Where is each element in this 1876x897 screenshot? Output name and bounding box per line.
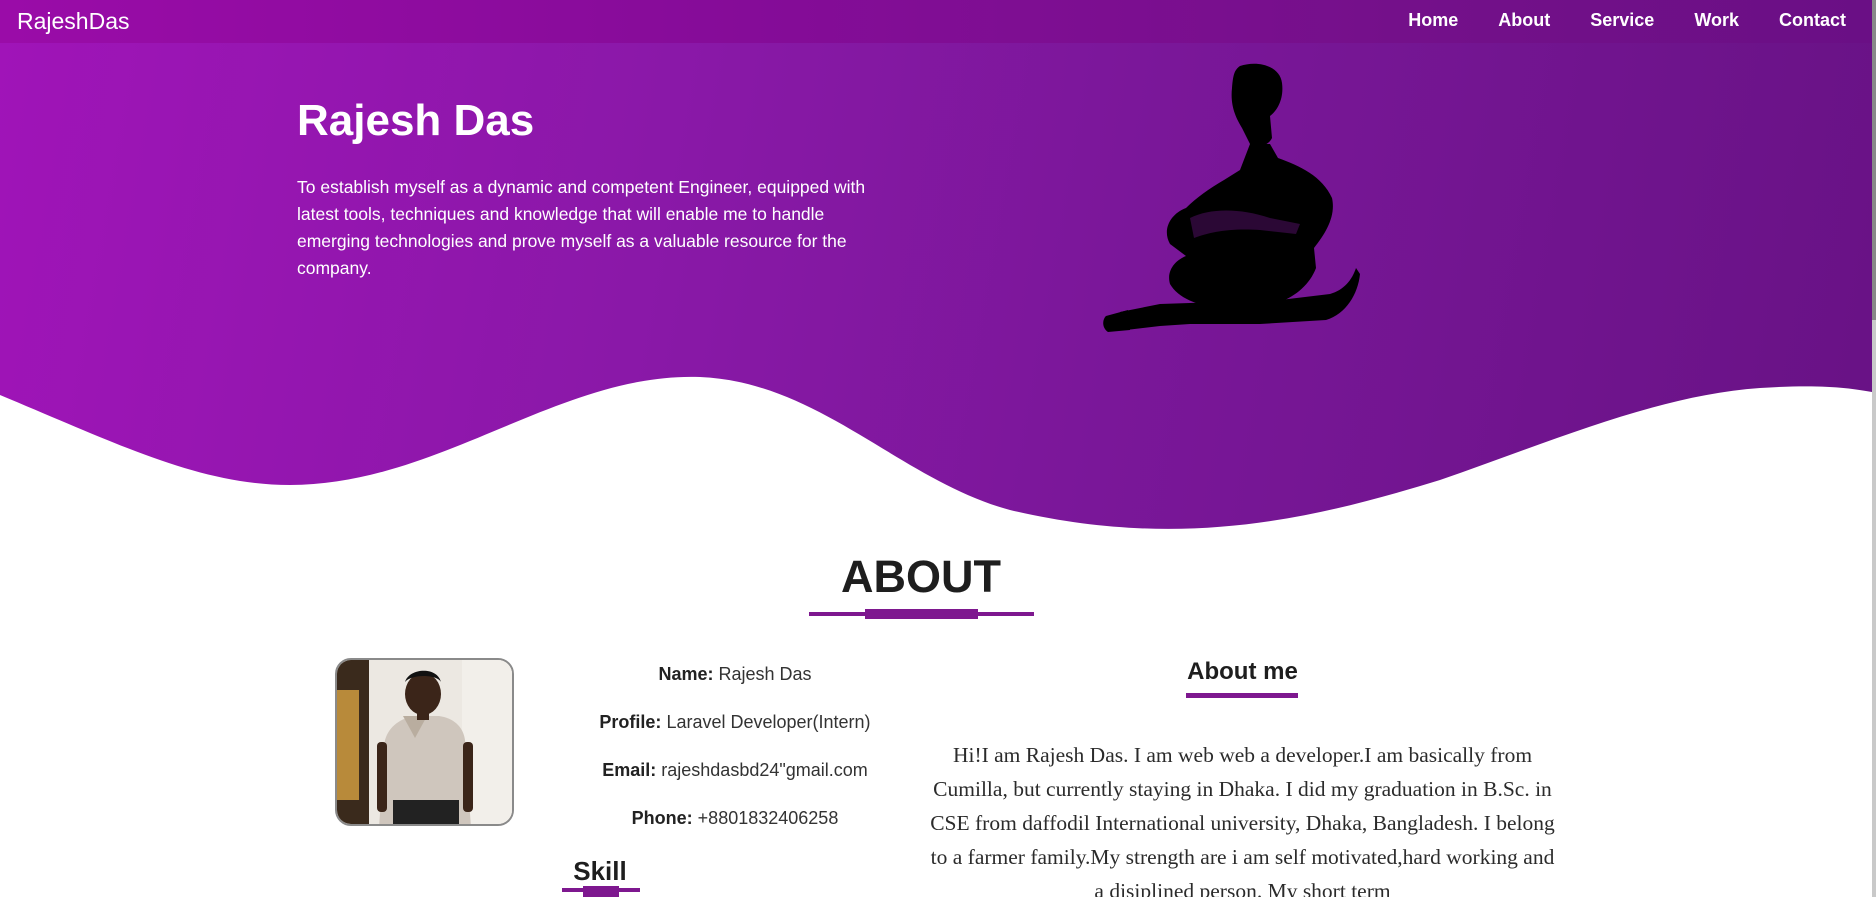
brand-logo-link[interactable]: RajeshDas <box>17 8 130 35</box>
nav-home-link[interactable]: Home <box>1408 10 1458 31</box>
info-row-name: Name: Rajesh Das <box>560 660 910 708</box>
scrollbar-thumb[interactable] <box>1872 0 1876 320</box>
person-photo-icon <box>337 660 512 824</box>
about-section-title: ABOUT <box>841 551 1001 602</box>
info-row-profile: Profile: Laravel Developer(Intern) <box>560 708 910 756</box>
skill-section-title: Skill <box>573 856 627 886</box>
about-me-bio: Hi!I am Rajesh Das. I am web web a devel… <box>930 743 1555 897</box>
hero-description: To establish myself as a dynamic and com… <box>297 177 866 278</box>
nav-contact-link[interactable]: Contact <box>1779 10 1846 31</box>
hero-wave <box>0 376 1872 540</box>
info-value: Rajesh Das <box>718 664 812 684</box>
navbar: RajeshDas Home About Service Work Contac… <box>0 0 1872 43</box>
nav-about-link[interactable]: About <box>1498 10 1550 31</box>
skill-title-underline-accent <box>583 886 619 897</box>
info-label: Email: <box>602 760 657 780</box>
info-label: Name: <box>658 664 714 684</box>
info-row-phone: Phone: +8801832406258 <box>560 804 910 852</box>
profile-info: Name: Rajesh Das Profile: Laravel Develo… <box>560 660 910 852</box>
about-title-underline-accent <box>865 609 978 619</box>
about-me-underline <box>1186 693 1298 698</box>
info-label: Phone: <box>631 808 693 828</box>
nav-work-link[interactable]: Work <box>1694 10 1739 31</box>
page-scrollbar[interactable] <box>1872 0 1876 897</box>
info-row-email: Email: rajeshdasbd24"gmail.com <box>560 756 910 804</box>
hero-title: Rajesh Das <box>297 96 535 145</box>
about-me-title: About me <box>1187 658 1298 685</box>
info-value: +8801832406258 <box>697 808 839 828</box>
profile-photo <box>335 658 514 826</box>
info-value: Laravel Developer(Intern) <box>666 712 871 732</box>
hero-section: Rajesh Das To establish myself as a dyna… <box>0 0 1872 540</box>
nav-menu: Home About Service Work Contact <box>1408 10 1846 31</box>
warrior-silhouette-icon <box>1103 63 1360 332</box>
nav-service-link[interactable]: Service <box>1590 10 1654 31</box>
info-value: rajeshdasbd24"gmail.com <box>661 760 868 780</box>
info-label: Profile: <box>599 712 662 732</box>
